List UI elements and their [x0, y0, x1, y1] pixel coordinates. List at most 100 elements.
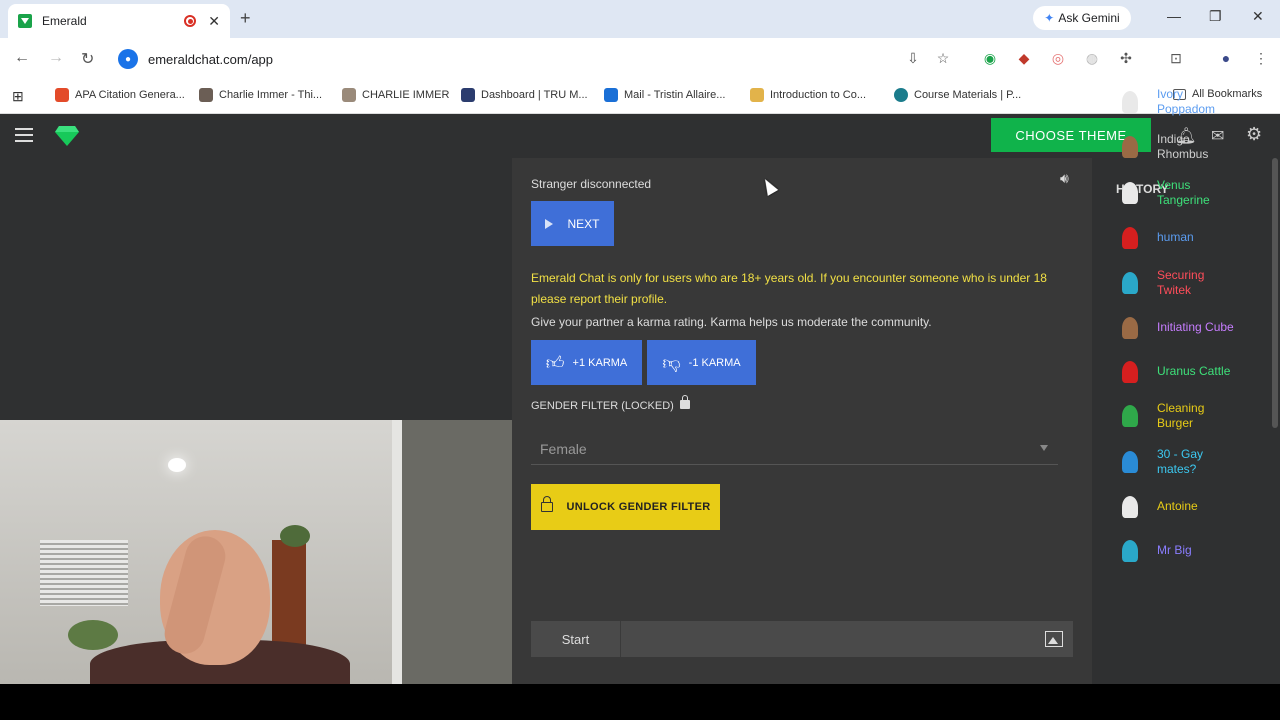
avatar — [1122, 496, 1138, 518]
bookmark-item[interactable]: CHARLIE IMMER — [342, 88, 449, 102]
bookmark-favicon — [894, 88, 908, 102]
bookmark-item[interactable]: APA Citation Genera... — [55, 88, 185, 102]
hamburger-menu-icon[interactable] — [15, 128, 33, 142]
bookmark-item[interactable]: Charlie Immer - Thi... — [199, 88, 322, 102]
bookmark-star-icon[interactable]: ☆ — [934, 50, 952, 68]
bookmark-label: CHARLIE IMMER — [362, 89, 450, 101]
close-tab-icon[interactable]: ✕ — [208, 13, 220, 30]
avatar — [1122, 405, 1138, 427]
image-upload-icon[interactable] — [1045, 631, 1063, 647]
gender-selected-value: Female — [540, 440, 587, 457]
gemini-icon: ✦ — [1044, 11, 1055, 25]
bookmark-label: Dashboard | TRU M... — [481, 89, 588, 101]
history-scrollbar[interactable] — [1272, 158, 1278, 428]
bookmark-item[interactable]: Mail - Tristin Allaire... — [604, 88, 725, 102]
profile-avatar[interactable]: ● — [1217, 50, 1235, 68]
bookmark-label: Introduction to Co... — [770, 89, 866, 101]
menu-kebab-icon[interactable]: ⋮ — [1252, 50, 1270, 68]
history-item-name: Mr Big — [1157, 543, 1192, 557]
bookmark-favicon — [604, 88, 618, 102]
avatar — [1122, 317, 1138, 339]
url-text: emeraldchat.com/app — [148, 51, 274, 67]
plus-karma-button[interactable]: 👍︎ +1 KARMA — [531, 340, 642, 385]
tab-search-icon[interactable]: ⊡ — [1167, 50, 1185, 68]
bookmark-item[interactable]: Introduction to Co... — [750, 88, 866, 102]
history-item-name: Securing Twitek — [1157, 268, 1205, 297]
history-item-name: Initiating Cube — [1157, 320, 1234, 334]
history-item-name: Indigo Rhombus — [1157, 132, 1209, 161]
chat-input-bar: Start — [531, 621, 1073, 657]
avatar — [1122, 91, 1138, 113]
avatar — [1122, 136, 1138, 158]
ask-gemini-button[interactable]: ✦ Ask Gemini — [1033, 6, 1131, 30]
avatar — [1122, 182, 1138, 204]
history-item-name: 30 - Gay mates? — [1157, 447, 1204, 476]
unlock-gender-filter-button[interactable]: UNLOCK GENDER FILTER — [531, 484, 720, 530]
thumbs-up-icon: 👍︎ — [545, 352, 565, 373]
next-label: NEXT — [567, 216, 600, 231]
apps-grid-icon[interactable]: ⊞ — [12, 88, 24, 105]
connection-status: Stranger disconnected — [531, 177, 652, 191]
history-item-name: Antoine — [1157, 499, 1198, 513]
bookmark-item[interactable]: Course Materials | P... — [894, 88, 1021, 102]
new-tab-button[interactable]: + — [240, 8, 251, 29]
emerald-favicon — [18, 14, 32, 28]
extension-icon[interactable]: ◆ — [1015, 50, 1033, 68]
minimize-icon[interactable]: — — [1167, 8, 1181, 24]
avatar — [1122, 361, 1138, 383]
bookmark-favicon — [750, 88, 764, 102]
unlock-label: UNLOCK GENDER FILTER — [566, 501, 711, 513]
window-blind — [40, 540, 128, 606]
bookmark-favicon — [55, 88, 69, 102]
history-item-name: Ivory Poppadom — [1157, 87, 1216, 116]
maximize-icon[interactable]: ❐ — [1209, 8, 1222, 25]
browser-tab[interactable]: Emerald ✕ — [8, 4, 230, 38]
bookmark-favicon — [342, 88, 356, 102]
speaker-icon[interactable]: 🔊︎ — [1060, 170, 1069, 187]
bottom-letterbox — [0, 684, 1280, 720]
ask-gemini-label: Ask Gemini — [1058, 11, 1120, 25]
play-icon — [545, 218, 554, 229]
self-webcam-video — [0, 420, 512, 684]
gender-select[interactable]: Female — [531, 433, 1058, 465]
close-window-icon[interactable]: ✕ — [1252, 8, 1264, 25]
site-info-icon[interactable]: ● — [118, 49, 138, 69]
bookmark-label: APA Citation Genera... — [75, 89, 185, 101]
emerald-app: CHOOSE THEME 🔔︎ ✉ ⚙ Stranger disconnecte… — [0, 87, 1280, 684]
gender-filter-label: GENDER FILTER (LOCKED) — [531, 394, 690, 412]
address-bar[interactable]: ● emeraldchat.com/app — [112, 43, 972, 75]
forward-icon[interactable]: → — [48, 49, 64, 67]
lock-icon — [540, 496, 553, 512]
thumbs-down-icon: 👎︎ — [662, 352, 681, 373]
back-icon[interactable]: ← — [14, 49, 30, 67]
reload-icon[interactable]: ↻ — [81, 49, 94, 69]
screen-capture-icon[interactable]: ◎ — [1049, 50, 1067, 68]
avatar — [1122, 272, 1138, 294]
avatar — [1122, 227, 1138, 249]
bookmark-item[interactable]: Dashboard | TRU M... — [461, 88, 588, 102]
start-button[interactable]: Start — [531, 621, 621, 657]
bookmark-label: Charlie Immer - Thi... — [219, 89, 323, 101]
install-app-icon[interactable]: ⇩ — [904, 50, 922, 68]
bookmark-label: Course Materials | P... — [914, 89, 1022, 101]
history-item-name: Cleaning Burger — [1157, 401, 1205, 430]
bookmark-favicon — [461, 88, 475, 102]
plus-karma-label: +1 KARMA — [572, 356, 628, 369]
karma-info-text: Give your partner a karma rating. Karma … — [531, 315, 932, 329]
recording-icon — [184, 15, 197, 27]
emerald-logo-icon[interactable] — [55, 125, 79, 147]
grammarly-icon[interactable]: ◉ — [981, 50, 999, 68]
age-warning: Emerald Chat is only for users who are 1… — [531, 271, 1047, 306]
extensions-puzzle-icon[interactable]: ✣ — [1117, 50, 1135, 68]
lock-icon — [679, 394, 690, 409]
history-item-name: Venus Tangerine — [1157, 178, 1210, 207]
history-item-name: Uranus Cattle — [1157, 364, 1231, 378]
minus-karma-button[interactable]: 👎︎ -1 KARMA — [647, 340, 756, 385]
gender-filter-text: GENDER FILTER (LOCKED) — [531, 400, 674, 412]
extension-icon-2[interactable]: ◍ — [1083, 50, 1101, 68]
chat-message-input[interactable] — [621, 621, 1045, 657]
app-header: CHOOSE THEME 🔔︎ ✉ ⚙ — [0, 114, 1280, 158]
browser-toolbar: ← → ↻ ● emeraldchat.com/app ⇩ ☆ ◉ ◆ ◎ ◍ … — [0, 38, 1280, 80]
next-button[interactable]: NEXT — [531, 201, 614, 246]
avatar — [1122, 540, 1138, 562]
